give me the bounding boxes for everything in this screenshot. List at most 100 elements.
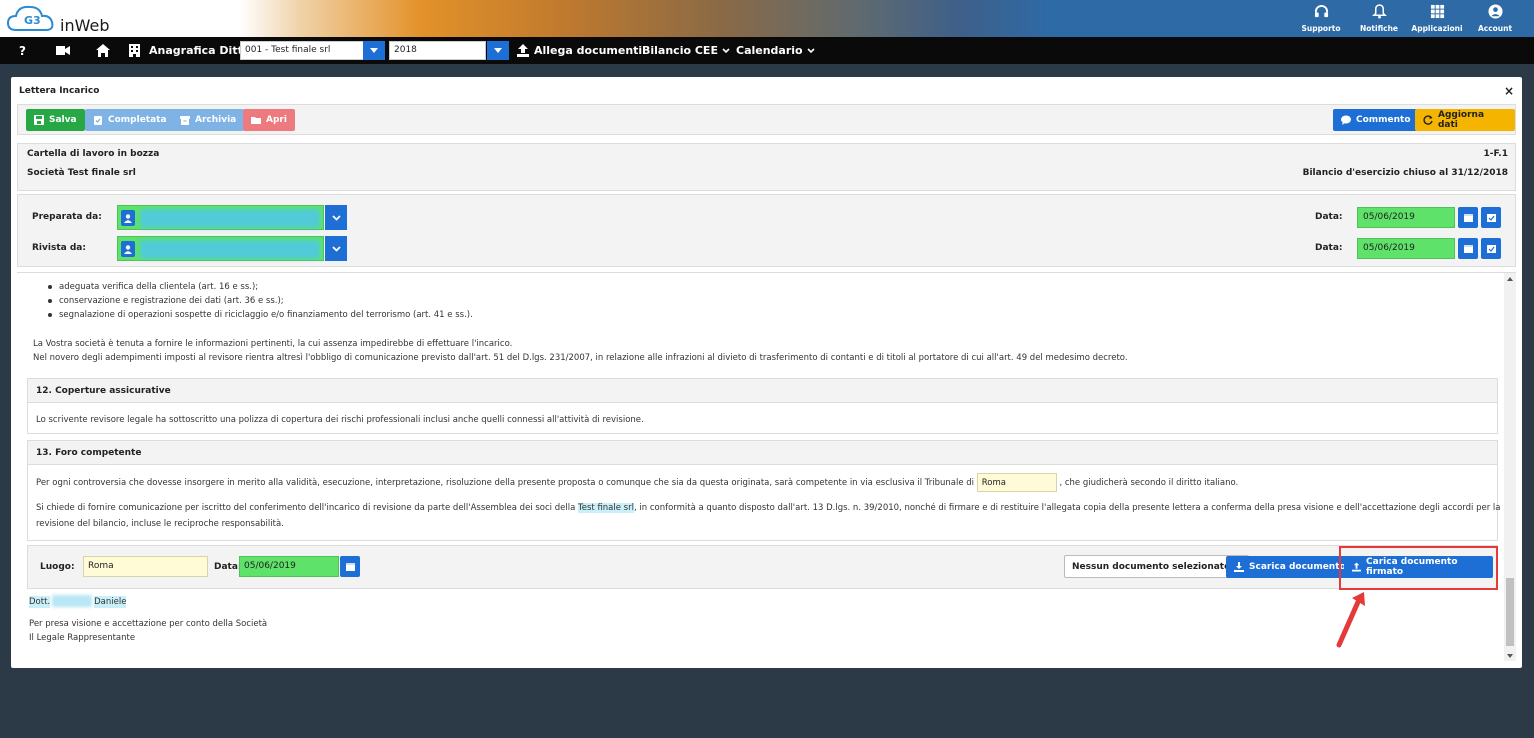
calendario-menu[interactable]: Calendario <box>736 44 815 57</box>
calendar-icon <box>1463 214 1473 222</box>
allega-documenti-link[interactable]: Allega documenti <box>534 44 642 57</box>
rivista-select[interactable] <box>117 236 324 261</box>
dott-prefix: Dott. <box>29 595 51 608</box>
account-label: Account <box>1477 24 1513 33</box>
rivista-date-input[interactable]: 05/06/2019 <box>1357 238 1455 259</box>
sign-data-label: Data: <box>214 562 242 572</box>
commento-button[interactable]: Commento <box>1333 109 1419 131</box>
redacted-name <box>140 209 320 228</box>
company-select-toggle[interactable] <box>363 41 385 60</box>
anagrafica-ditte-link[interactable]: Anagrafica Ditte <box>149 44 250 57</box>
preparata-today-button[interactable] <box>1481 207 1501 228</box>
vertical-scrollbar[interactable] <box>1504 273 1516 661</box>
sign-calendar-button[interactable] <box>340 556 360 577</box>
paragraph: La Vostra società è tenuta a fornire le … <box>33 339 513 349</box>
tribunale-input[interactable]: Roma <box>976 473 1057 492</box>
scarica-documento-label: Scarica documento <box>1249 562 1346 572</box>
scrollbar-thumb[interactable] <box>1506 578 1514 646</box>
preparata-date-input[interactable]: 05/06/2019 <box>1357 207 1455 228</box>
notifications-button[interactable]: Notifiche <box>1350 2 1408 36</box>
luogo-label: Luogo: <box>40 562 75 572</box>
save-label: Salva <box>49 115 77 125</box>
paragraph-text: , che giudicherà secondo il diritto ital… <box>1059 478 1239 488</box>
upload-icon <box>517 44 529 57</box>
company-select[interactable]: 001 - Test finale srl <box>240 41 364 60</box>
luogo-input[interactable]: Roma <box>83 556 208 577</box>
file-chooser[interactable]: Nessun documento selezionato... <box>1064 555 1249 578</box>
rivista-calendar-button[interactable] <box>1458 238 1478 259</box>
account-button[interactable]: Account <box>1466 2 1524 36</box>
year-select[interactable]: 2018 <box>389 41 486 60</box>
chevron-down-icon <box>331 245 341 252</box>
svg-text:G3: G3 <box>24 14 41 27</box>
apri-label: Apri <box>266 115 287 125</box>
preparata-dropdown-toggle[interactable] <box>325 205 347 230</box>
code-text: 1-F.1 <box>1483 149 1508 159</box>
paragraph: Per ogni controversia che dovesse insorg… <box>36 473 1238 492</box>
scroll-down-icon[interactable] <box>1507 654 1513 658</box>
annotation-arrow-icon <box>1336 592 1365 648</box>
bilancio-cee-menu[interactable]: Bilancio CEE <box>642 44 730 57</box>
completata-button[interactable]: Completata <box>85 109 175 131</box>
help-button[interactable]: ? <box>19 44 26 58</box>
archivia-button[interactable]: Archivia <box>172 109 245 131</box>
apri-button[interactable]: Apri <box>243 109 295 131</box>
caret-down-icon <box>370 48 378 53</box>
paragraph: Nel novero degli adempimenti imposti al … <box>33 353 1128 363</box>
rivista-today-button[interactable] <box>1481 238 1501 259</box>
video-camera-icon[interactable] <box>56 45 70 56</box>
folder-open-icon <box>251 117 261 124</box>
support-label: Supporto <box>1301 24 1341 33</box>
list-item: conservazione e registrazione dei dati (… <box>48 296 284 306</box>
section-coperture: 12. Coperture assicurative Lo scrivente … <box>27 378 1498 434</box>
chevron-down-icon <box>807 47 815 53</box>
panel-title: Lettera Incarico <box>19 86 100 96</box>
rivista-data-label: Data: <box>1315 243 1343 253</box>
applications-button[interactable]: Applicazioni <box>1408 2 1466 36</box>
archivia-label: Archivia <box>195 115 237 125</box>
save-button[interactable]: Salva <box>26 109 85 131</box>
support-button[interactable]: Supporto <box>1292 2 1350 36</box>
aggiorna-dati-label: Aggiorna dati <box>1437 110 1485 130</box>
calendar-icon <box>345 563 355 571</box>
letter-content[interactable]: adeguata verifica della clientela (art. … <box>17 272 1516 661</box>
chevron-down-icon <box>331 214 341 221</box>
preparata-calendar-button[interactable] <box>1458 207 1478 228</box>
status-text: Cartella di lavoro in bozza <box>27 149 160 159</box>
preparata-select[interactable] <box>117 205 324 230</box>
home-icon[interactable] <box>96 44 110 57</box>
sign-date-input[interactable]: 05/06/2019 <box>239 556 339 577</box>
rivista-label: Rivista da: <box>32 243 86 253</box>
sign-box: Luogo: Roma Data: 05/06/2019 Nessun docu… <box>27 545 1498 590</box>
bilancio-cee-label: Bilancio CEE <box>642 44 718 57</box>
signatory: Dott. Daniele <box>29 595 127 608</box>
company-text: Società Test finale srl <box>27 168 136 178</box>
top-header: G3 inWeb Supporto Notifiche Applicazioni… <box>0 0 1534 37</box>
year-select-toggle[interactable] <box>487 41 509 60</box>
rivista-dropdown-toggle[interactable] <box>325 236 347 261</box>
clipboard-check-icon <box>94 116 102 125</box>
info-box: Cartella di lavoro in bozza 1-F.1 Societ… <box>17 143 1516 191</box>
aggiorna-dati-button[interactable]: Aggiorna dati <box>1415 109 1515 131</box>
paragraph-text: Per ogni controversia che dovesse insorg… <box>36 478 975 488</box>
paragraph-text: Si chiede di fornire comunicazione per i… <box>36 503 576 513</box>
section-foro: 13. Foro competente Per ogni controversi… <box>27 440 1500 541</box>
scroll-up-icon[interactable] <box>1507 277 1513 281</box>
user-circle-icon <box>1487 4 1503 19</box>
preparata-label: Preparata da: <box>32 212 102 222</box>
user-icon <box>121 210 135 226</box>
caret-down-icon <box>494 48 502 53</box>
refresh-icon <box>1423 115 1433 125</box>
calendar-icon <box>1463 245 1473 253</box>
presa-visione-text: Per presa visione e accettazione per con… <box>29 619 268 629</box>
applications-label: Applicazioni <box>1411 24 1463 33</box>
close-icon[interactable]: × <box>1504 84 1514 98</box>
action-toolbar: Salva Completata Archivia Apri Commento … <box>17 104 1516 135</box>
redacted-name <box>52 595 93 607</box>
commento-label: Commento <box>1356 115 1411 125</box>
scarica-documento-button[interactable]: Scarica documento <box>1226 556 1354 578</box>
completata-label: Completata <box>108 115 167 125</box>
section-title: 13. Foro competente <box>28 441 1497 465</box>
app-logo[interactable]: G3 inWeb <box>6 2 116 36</box>
signatory-name: Daniele <box>94 595 127 608</box>
